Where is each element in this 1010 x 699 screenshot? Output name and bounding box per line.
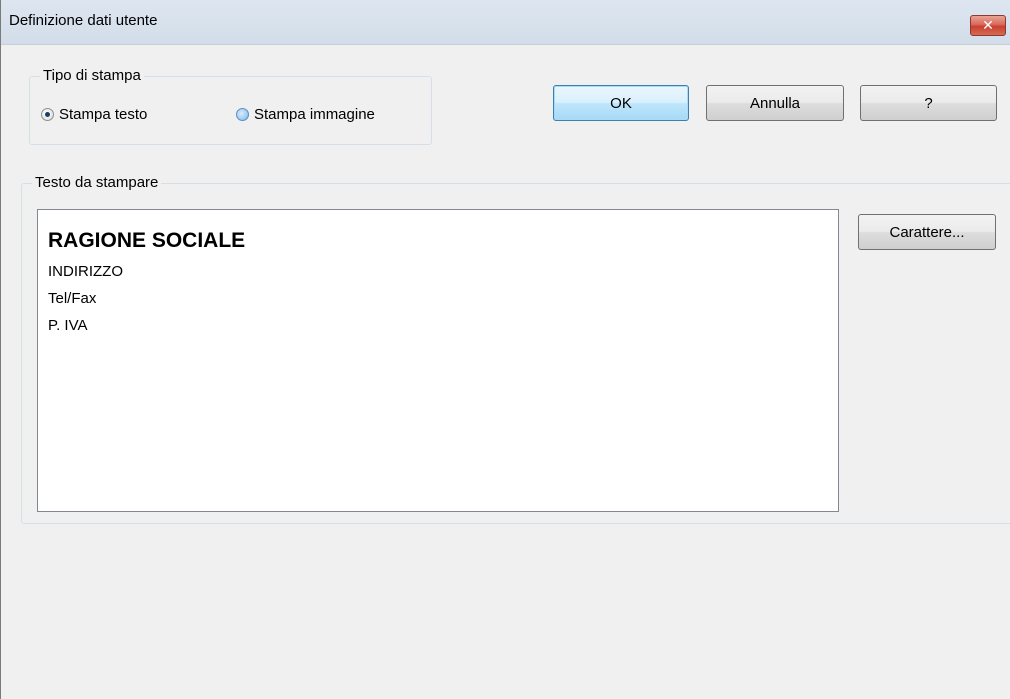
radio-checked-icon[interactable] (41, 108, 54, 121)
text-to-print-label: Testo da stampare (32, 174, 162, 191)
text-to-print-area[interactable]: RAGIONE SOCIALE INDIRIZZO Tel/Fax P. IVA (37, 209, 839, 512)
radio-print-text-label: Stampa testo (59, 106, 148, 123)
text-line-vat: P. IVA (48, 317, 88, 334)
dialog-window: Definizione dati utente ✕ Tipo di stampa… (0, 0, 1010, 699)
radio-print-image-label: Stampa immagine (254, 106, 375, 123)
ok-button[interactable]: OK (553, 85, 689, 121)
print-type-label: Tipo di stampa (40, 67, 144, 84)
window-title: Definizione dati utente (9, 12, 158, 29)
radio-print-text[interactable]: Stampa testo (41, 106, 147, 123)
font-button[interactable]: Carattere... (858, 214, 996, 250)
text-line-address: INDIRIZZO (48, 263, 123, 280)
radio-print-image[interactable]: Stampa immagine (236, 106, 375, 123)
radio-unchecked-icon[interactable] (236, 108, 249, 121)
title-bar: Definizione dati utente ✕ (1, 0, 1010, 45)
close-icon: ✕ (982, 17, 994, 33)
help-button[interactable]: ? (860, 85, 997, 121)
cancel-button[interactable]: Annulla (706, 85, 844, 121)
close-button[interactable]: ✕ (970, 15, 1006, 36)
text-line-company: RAGIONE SOCIALE (48, 229, 246, 252)
text-line-phone: Tel/Fax (48, 290, 97, 307)
